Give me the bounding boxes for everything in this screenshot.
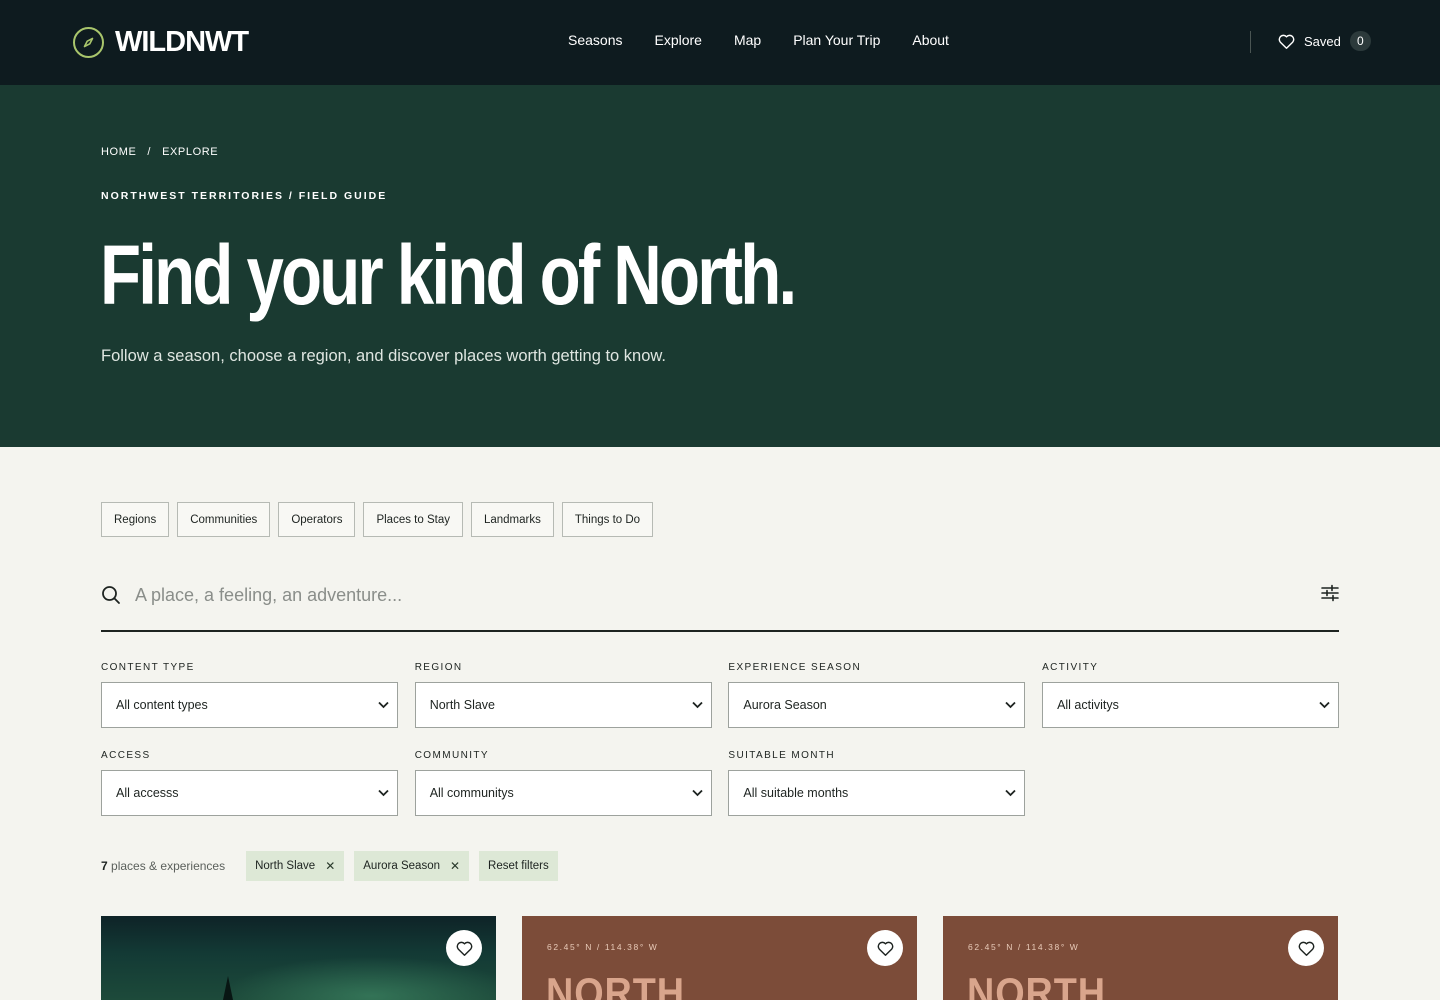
card-coordinates: 62.45° N / 114.38° W [968, 942, 1080, 952]
results-count-number: 7 [101, 859, 108, 873]
close-icon[interactable]: ✕ [325, 860, 335, 872]
content-type-chips: Regions Communities Operators Places to … [101, 502, 654, 537]
filter-community: COMMUNITY All communitys [414, 750, 712, 816]
select-value: All content types [116, 698, 208, 712]
page-title: Find your kind of North. [100, 228, 797, 322]
nav-link-map[interactable]: Map [734, 32, 761, 48]
filter-label: ACTIVITY [1042, 662, 1099, 673]
filter-region: REGION North Slave [414, 662, 712, 728]
chevron-down-icon [378, 789, 389, 797]
select-value: All suitable months [743, 786, 849, 800]
search-bar [101, 568, 1339, 632]
results-grid: 62.45° N / 114.38° W NORTH 62.45° N / 11… [101, 916, 1338, 1000]
breadcrumb: HOME / EXPLORE [101, 146, 218, 158]
heart-icon [456, 941, 472, 956]
results-count: 7 places & experiences [101, 859, 225, 873]
brand-name: WILDNWT [115, 25, 249, 58]
nav-link-about[interactable]: About [912, 32, 949, 48]
select-value: North Slave [429, 698, 495, 712]
chip-communities[interactable]: Communities [177, 502, 271, 537]
brand-logo-link[interactable]: WILDNWT [73, 25, 249, 59]
chip-landmarks[interactable]: Landmarks [470, 502, 554, 537]
filter-label: CONTENT TYPE [101, 662, 195, 673]
chip-operators[interactable]: Operators [278, 502, 356, 537]
active-filter-tag-aurora-season[interactable]: Aurora Season ✕ [354, 851, 470, 881]
nav-divider [1250, 31, 1251, 53]
sliders-icon[interactable] [1321, 584, 1339, 602]
chip-places-to-stay[interactable]: Places to Stay [363, 502, 463, 537]
search-icon [102, 586, 120, 604]
activity-select[interactable]: All activitys [1042, 682, 1340, 728]
filter-experience-season: EXPERIENCE SEASON Aurora Season [728, 662, 1026, 728]
select-value: All communitys [429, 786, 514, 800]
hero-eyebrow: NORTHWEST TERRITORIES / FIELD GUIDE [101, 190, 388, 202]
favorite-button[interactable] [446, 930, 482, 966]
filter-activity: ACTIVITY All activitys [1042, 662, 1340, 728]
filter-label: ACCESS [101, 750, 151, 761]
access-select[interactable]: All accesss [101, 770, 398, 816]
favorite-button[interactable] [1288, 930, 1324, 966]
card-coordinates: 62.45° N / 114.38° W [547, 942, 659, 952]
chip-things-to-do[interactable]: Things to Do [561, 502, 654, 537]
hero-subtitle: Follow a season, choose a region, and di… [101, 347, 666, 365]
hero-section: HOME / EXPLORE NORTHWEST TERRITORIES / F… [0, 85, 1440, 447]
chevron-down-icon [1005, 701, 1017, 709]
saved-button[interactable]: Saved 0 [1278, 31, 1371, 51]
heart-icon [1298, 941, 1314, 956]
compass-icon [73, 26, 104, 58]
search-input[interactable] [135, 578, 1285, 612]
main-nav: Seasons Explore Map Plan Your Trip About [568, 32, 949, 48]
chevron-down-icon [692, 701, 703, 709]
content-type-select[interactable]: All content types [101, 682, 398, 728]
nav-link-seasons[interactable]: Seasons [568, 32, 622, 48]
filter-label: COMMUNITY [414, 750, 489, 761]
filter-access: ACCESS All accesss [101, 750, 398, 816]
active-filter-label: North Slave [255, 860, 316, 872]
saved-label: Saved [1304, 33, 1341, 49]
breadcrumb-current: EXPLORE [162, 146, 219, 158]
filter-label: SUITABLE MONTH [728, 750, 836, 761]
experience-season-select[interactable]: Aurora Season [728, 682, 1026, 728]
chevron-down-icon [1005, 789, 1017, 797]
filter-label: EXPERIENCE SEASON [728, 662, 862, 673]
saved-count-badge: 0 [1349, 31, 1371, 51]
active-filter-label: Aurora Season [363, 860, 440, 872]
chevron-down-icon [378, 701, 389, 709]
heart-icon [1278, 34, 1295, 49]
community-select[interactable]: All communitys [414, 770, 712, 816]
tree-silhouette [223, 976, 233, 1000]
filter-grid: CONTENT TYPE All content types REGION No… [101, 662, 1340, 816]
suitable-month-select[interactable]: All suitable months [728, 770, 1026, 816]
favorite-button[interactable] [867, 930, 903, 966]
card-placeholder-word: NORTH [546, 969, 685, 1000]
top-nav-bar: WILDNWT Seasons Explore Map Plan Your Tr… [0, 0, 1440, 85]
card-placeholder-word: NORTH [967, 969, 1106, 1000]
heart-icon [877, 941, 893, 956]
active-filter-tag-north-slave[interactable]: North Slave ✕ [246, 851, 345, 881]
nav-link-plan-your-trip[interactable]: Plan Your Trip [793, 32, 880, 48]
breadcrumb-home[interactable]: HOME [101, 146, 136, 158]
filter-content-type: CONTENT TYPE All content types [101, 662, 398, 728]
chevron-down-icon [692, 789, 703, 797]
filter-label: REGION [414, 662, 463, 673]
chip-regions[interactable]: Regions [101, 502, 170, 537]
result-card[interactable]: 62.45° N / 114.38° W NORTH [522, 916, 917, 1000]
reset-filters-button[interactable]: Reset filters [479, 851, 558, 881]
results-count-label: places & experiences [111, 859, 226, 873]
select-value: Aurora Season [743, 698, 827, 712]
chevron-down-icon [1319, 701, 1330, 709]
close-icon[interactable]: ✕ [450, 860, 460, 872]
result-card[interactable]: 62.45° N / 114.38° W NORTH [943, 916, 1338, 1000]
region-select[interactable]: North Slave [414, 682, 712, 728]
select-value: All activitys [1057, 698, 1119, 712]
nav-link-explore[interactable]: Explore [654, 32, 701, 48]
result-card[interactable] [101, 916, 496, 1000]
breadcrumb-separator: / [147, 146, 152, 158]
filter-suitable-month: SUITABLE MONTH All suitable months [728, 750, 1026, 816]
select-value: All accesss [116, 786, 179, 800]
results-bar: 7 places & experiences North Slave ✕ Aur… [101, 851, 558, 881]
